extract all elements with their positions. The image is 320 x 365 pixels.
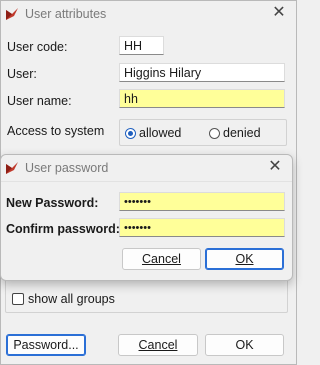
- confirm-password-field[interactable]: •••••••: [119, 218, 285, 237]
- access-group: allowed denied: [119, 119, 287, 146]
- user-code-field[interactable]: HH: [119, 36, 164, 55]
- app-logo-icon: [6, 162, 18, 174]
- dialog-title: User password: [25, 161, 109, 175]
- dialog-titlebar: User password ✕: [1, 155, 292, 181]
- user-name-label: User name:: [7, 94, 72, 108]
- cancel-label: Cancel: [138, 338, 178, 352]
- radio-unselected-icon: [209, 127, 220, 139]
- dialog-ok-button[interactable]: OK: [205, 248, 284, 270]
- cancel-button[interactable]: Cancel: [118, 334, 198, 356]
- new-password-label: New Password:: [6, 196, 99, 210]
- access-label: Access to system: [7, 124, 105, 138]
- user-label: User:: [7, 67, 37, 81]
- close-icon[interactable]: ✕: [272, 5, 286, 21]
- password-button[interactable]: Password...: [6, 334, 86, 356]
- user-name-field[interactable]: hh: [119, 89, 285, 108]
- confirm-password-label: Confirm password:: [6, 222, 120, 236]
- access-denied-label: denied: [223, 126, 261, 140]
- window-title: User attributes: [25, 7, 107, 21]
- radio-selected-icon: [125, 127, 136, 139]
- close-icon[interactable]: ✕: [268, 159, 282, 175]
- user-code-label: User code:: [7, 40, 68, 54]
- access-allowed-label: allowed: [139, 126, 182, 140]
- new-password-field[interactable]: •••••••: [119, 192, 285, 211]
- access-denied-radio[interactable]: denied: [209, 126, 261, 140]
- dialog-cancel-label: Cancel: [142, 252, 181, 266]
- show-all-groups-checkbox[interactable]: show all groups: [12, 292, 115, 306]
- user-password-dialog: User password ✕ New Password: ••••••• Co…: [0, 154, 293, 281]
- access-allowed-radio[interactable]: allowed: [125, 126, 181, 140]
- titlebar: User attributes ✕: [1, 1, 296, 27]
- checkbox-icon: [12, 293, 24, 305]
- user-field[interactable]: Higgins Hilary: [119, 63, 285, 82]
- dialog-separator: [1, 181, 292, 182]
- app-logo-icon: [6, 8, 18, 20]
- show-all-groups-label: show all groups: [28, 292, 115, 306]
- dialog-cancel-button[interactable]: Cancel: [122, 248, 201, 270]
- ok-button[interactable]: OK: [205, 334, 284, 356]
- dialog-ok-label: OK: [235, 252, 254, 266]
